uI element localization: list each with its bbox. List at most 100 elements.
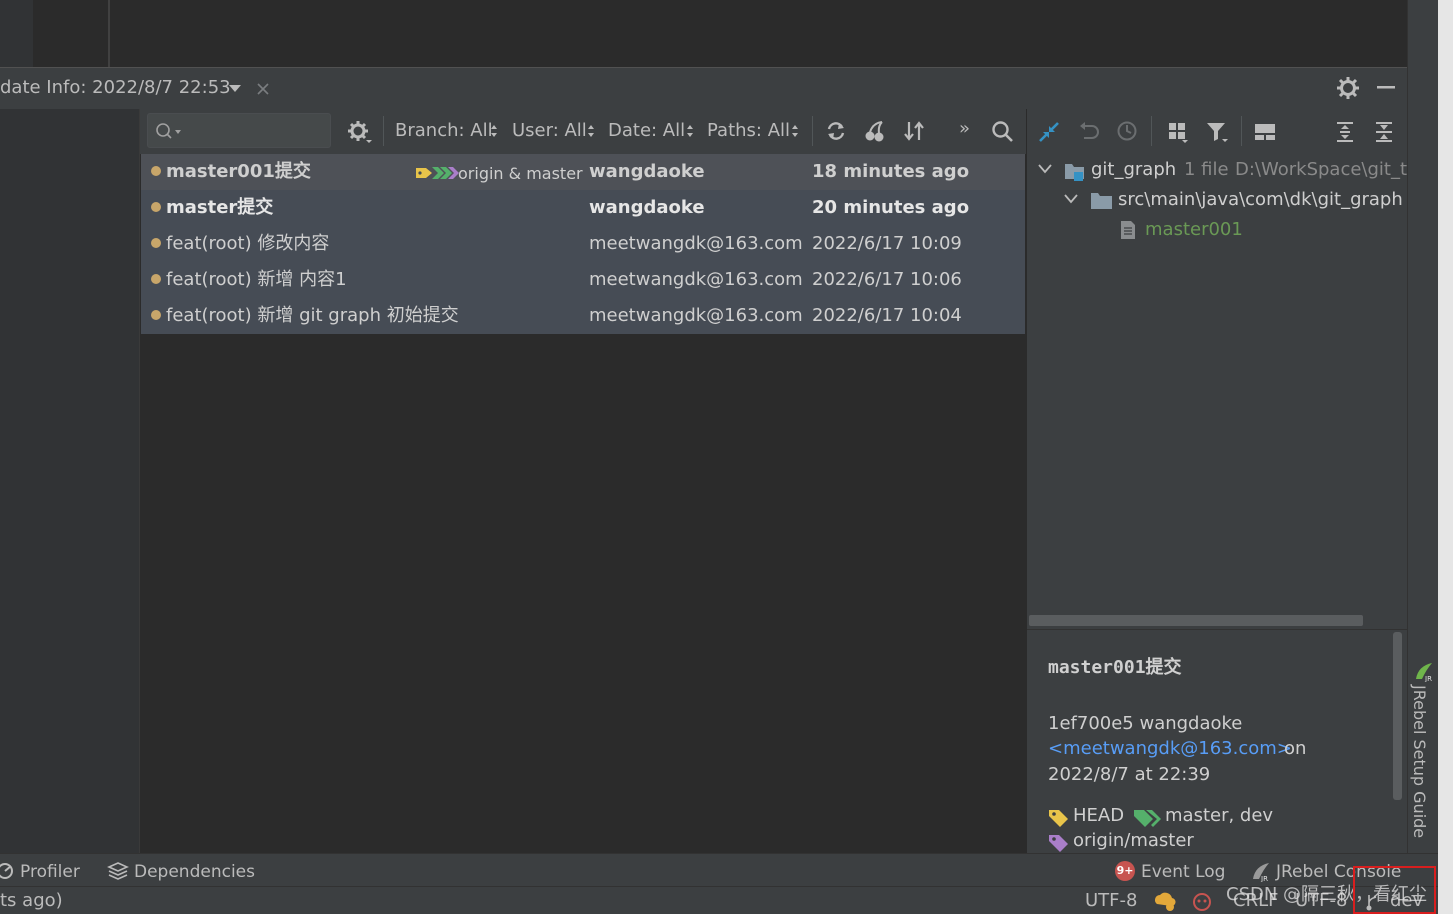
details-branch-refs: master, dev (1165, 805, 1274, 826)
commit-row[interactable]: feat(root) 修改内容 meetwangdk@163.com 2022/… (141, 226, 1025, 262)
commit-author: wangdaoke (589, 197, 705, 218)
jrebel-setup-guide-label: JRebel Setup Guide (1410, 685, 1429, 839)
details-hash-author: 1ef700e5 wangdaoke (1048, 713, 1243, 734)
toolbar-separator (1151, 116, 1152, 146)
dropdown-arrow-icon[interactable] (228, 84, 242, 94)
toolbar-more-button[interactable]: » (959, 119, 970, 139)
dependencies-icon (107, 862, 129, 880)
vertical-scrollbar[interactable] (1393, 632, 1402, 800)
commit-graph-node (151, 166, 161, 176)
group-by-icon[interactable] (1167, 121, 1189, 143)
tree-root-name[interactable]: git_graph (1091, 160, 1176, 180)
event-log-badge: 9+ (1115, 861, 1135, 881)
log-left-gutter (0, 109, 140, 853)
tool-window-tab-title[interactable]: date Info: 2022/8/7 22:53 (0, 78, 231, 98)
tree-file-name[interactable]: master001 (1145, 220, 1243, 240)
commit-graph-node (151, 202, 161, 212)
commit-graph-node (151, 274, 161, 284)
details-remote-ref: origin/master (1073, 830, 1194, 851)
details-on-label: on (1284, 738, 1307, 759)
status-encoding[interactable]: UTF-8 (1085, 891, 1137, 911)
filter-date-arrows-icon (687, 125, 693, 137)
commit-graph-node (151, 310, 161, 320)
status-bar: ts ago) UTF-8 CRLF UTF-8 dev CSDN @隔三秋，看… (0, 885, 1438, 914)
commit-author: meetwangdk@163.com (589, 305, 803, 326)
window-scrollbar[interactable] (1438, 0, 1453, 914)
commit-row[interactable]: feat(root) 新增 git graph 初始提交 meetwangdk@… (141, 298, 1025, 334)
bottom-tool-bar: Profiler Dependencies 9+ Event Log JR JR… (0, 853, 1438, 886)
commit-graph-node (151, 238, 161, 248)
minimize-icon[interactable] (1377, 86, 1395, 90)
layout-icon[interactable] (1254, 121, 1278, 143)
commit-author: meetwangdk@163.com (589, 233, 803, 254)
jrebel-setup-guide-tab[interactable]: JRebel Setup Guide (1409, 685, 1435, 839)
toolbar-separator (1241, 116, 1242, 146)
commit-details: master001提交 1ef700e5 wangdaoke <meetwang… (1027, 629, 1407, 853)
branch-tag-icon (1134, 810, 1161, 827)
filter-paths[interactable]: Paths: All (707, 121, 790, 141)
editor-area (0, 0, 1407, 67)
sort-arrows-icon[interactable] (903, 119, 925, 143)
toolbar-separator (812, 116, 813, 146)
cloud-warning-icon[interactable] (1152, 890, 1178, 912)
commit-refs: origin & master (458, 164, 583, 183)
jrebel-icon: JR (1416, 663, 1432, 682)
jrebel-console-icon: JR (1253, 863, 1269, 882)
tab-dependencies[interactable]: Dependencies (134, 862, 255, 882)
changed-files-tree: git_graph 1 file D:\WorkSpace\git_te src… (1027, 154, 1407, 629)
search-icon (156, 123, 181, 139)
commit-message: feat(root) 新增 内容1 (166, 269, 347, 290)
editor-divider (108, 0, 110, 67)
show-diff-icon[interactable] (1037, 120, 1061, 144)
commit-date: 2022/6/17 10:06 (812, 269, 962, 290)
expand-all-icon[interactable] (1334, 120, 1356, 144)
filter-icon[interactable] (1205, 120, 1229, 144)
filter-user-arrows-icon (588, 125, 594, 137)
commit-row[interactable]: feat(root) 新增 内容1 meetwangdk@163.com 202… (141, 262, 1025, 298)
filter-user[interactable]: User: All (512, 121, 587, 141)
tab-event-log[interactable]: Event Log (1141, 862, 1225, 882)
tree-root-count: 1 file (1184, 159, 1229, 180)
details-commit-title: master001提交 (1048, 657, 1182, 678)
tree-root-path: D:\WorkSpace\git_te (1235, 160, 1407, 180)
log-settings-gear-icon[interactable] (347, 120, 373, 144)
close-icon[interactable] (256, 82, 270, 96)
search-commits-icon[interactable] (991, 120, 1015, 144)
details-head-ref: HEAD (1073, 805, 1125, 826)
svg-text:JR: JR (1424, 675, 1432, 682)
filter-branch-arrows-icon (491, 125, 497, 137)
svg-text:JR: JR (1260, 875, 1268, 882)
commit-date: 18 minutes ago (812, 161, 970, 182)
horizontal-scrollbar[interactable] (1029, 615, 1363, 626)
commit-message: master001提交 (166, 161, 311, 182)
collapse-all-icon[interactable] (1373, 120, 1395, 144)
refresh-icon[interactable] (825, 120, 847, 142)
chevron-down-icon[interactable] (1038, 163, 1052, 175)
cherry-pick-icon[interactable] (863, 119, 887, 143)
tab-profiler[interactable]: Profiler (20, 862, 80, 882)
filter-date[interactable]: Date: All (608, 121, 685, 141)
tree-folder-name[interactable]: src\main\java\com\dk\git_graph (1118, 190, 1403, 210)
head-tag-icon (1049, 810, 1068, 827)
tool-window-header: date Info: 2022/8/7 22:53 (0, 67, 1407, 109)
details-email-link[interactable]: <meetwangdk@163.com> (1048, 739, 1292, 759)
commit-date: 2022/6/17 10:09 (812, 233, 962, 254)
history-icon[interactable] (1116, 120, 1138, 142)
commit-message: feat(root) 修改内容 (166, 233, 330, 254)
annotation-highlight-box (1353, 866, 1436, 914)
details-datetime: 2022/8/7 at 22:39 (1048, 764, 1211, 785)
commit-row[interactable]: master001提交 origin & master wangdaoke 18… (141, 154, 1025, 190)
smiley-icon[interactable] (1191, 890, 1213, 912)
commit-author: meetwangdk@163.com (589, 269, 803, 290)
log-search-input[interactable] (147, 113, 331, 148)
module-folder-icon (1065, 164, 1084, 181)
gear-icon[interactable] (1337, 77, 1359, 99)
chevron-down-icon[interactable] (1064, 193, 1078, 205)
status-message[interactable]: ts ago) (0, 891, 63, 911)
revert-icon[interactable] (1078, 120, 1100, 142)
commit-row[interactable]: master提交 wangdaoke 20 minutes ago (141, 190, 1025, 226)
commit-message: master提交 (166, 197, 274, 218)
filter-branch[interactable]: Branch: All (395, 121, 493, 141)
remote-tag-icon (1049, 835, 1068, 852)
file-icon (1121, 221, 1135, 239)
